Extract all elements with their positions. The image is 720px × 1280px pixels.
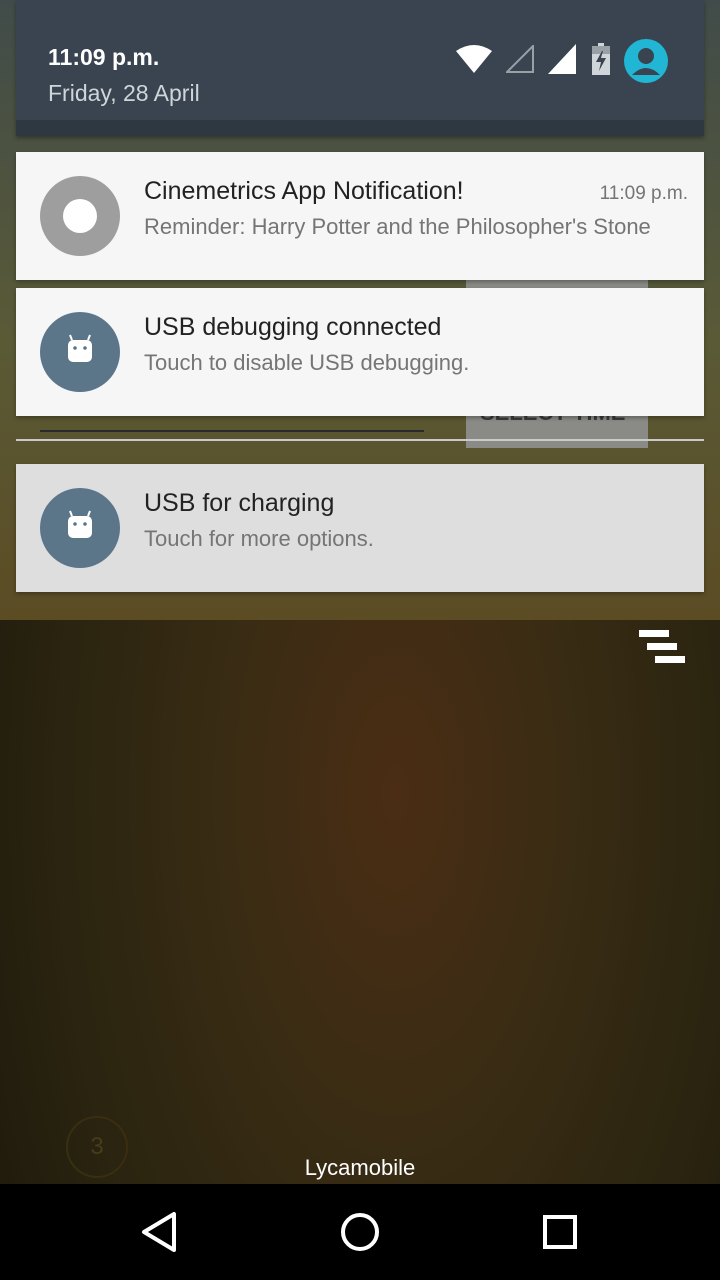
notification-text: Reminder: Harry Potter and the Philosoph… xyxy=(144,214,651,239)
wifi-icon xyxy=(456,44,492,78)
notification-time: 11:09 p.m. xyxy=(599,183,688,204)
notification-usb-debugging[interactable]: USB debugging connected Touch to disable… xyxy=(16,288,704,416)
divider-line xyxy=(16,439,704,441)
clear-all-icon[interactable] xyxy=(636,628,690,670)
android-icon xyxy=(40,312,120,392)
android-icon xyxy=(40,488,120,568)
notification-cinemetrics[interactable]: Cinemetrics App Notification! 11:09 p.m.… xyxy=(16,152,704,280)
date-field-underline xyxy=(40,430,424,432)
notification-title: USB debugging connected xyxy=(144,313,442,341)
status-time: 11:09 p.m. xyxy=(48,44,160,70)
notification-title: USB for charging xyxy=(144,489,335,517)
app-circle-icon xyxy=(40,176,120,256)
home-icon[interactable] xyxy=(336,1208,384,1256)
notification-text: Touch for more options. xyxy=(144,526,374,551)
notification-text: Touch to disable USB debugging. xyxy=(144,350,470,375)
navigation-bar xyxy=(0,1184,720,1280)
shade-lip xyxy=(16,120,704,136)
battery-charging-icon xyxy=(592,42,610,80)
signal-empty-icon xyxy=(504,43,534,78)
notification-usb-charging[interactable]: USB for charging Touch for more options. xyxy=(16,464,704,592)
notification-title: Cinemetrics App Notification! xyxy=(144,177,464,205)
signal-full-icon xyxy=(548,43,578,79)
quick-settings-header[interactable]: 11:09 p.m. Friday, 28 April xyxy=(16,0,704,136)
status-icons xyxy=(456,36,668,86)
recents-icon[interactable] xyxy=(536,1208,584,1256)
user-avatar-icon[interactable] xyxy=(624,39,668,83)
carrier-label: Lycamobile xyxy=(304,1155,416,1180)
status-date[interactable]: Friday, 28 April xyxy=(48,80,200,107)
back-icon[interactable] xyxy=(136,1208,184,1256)
